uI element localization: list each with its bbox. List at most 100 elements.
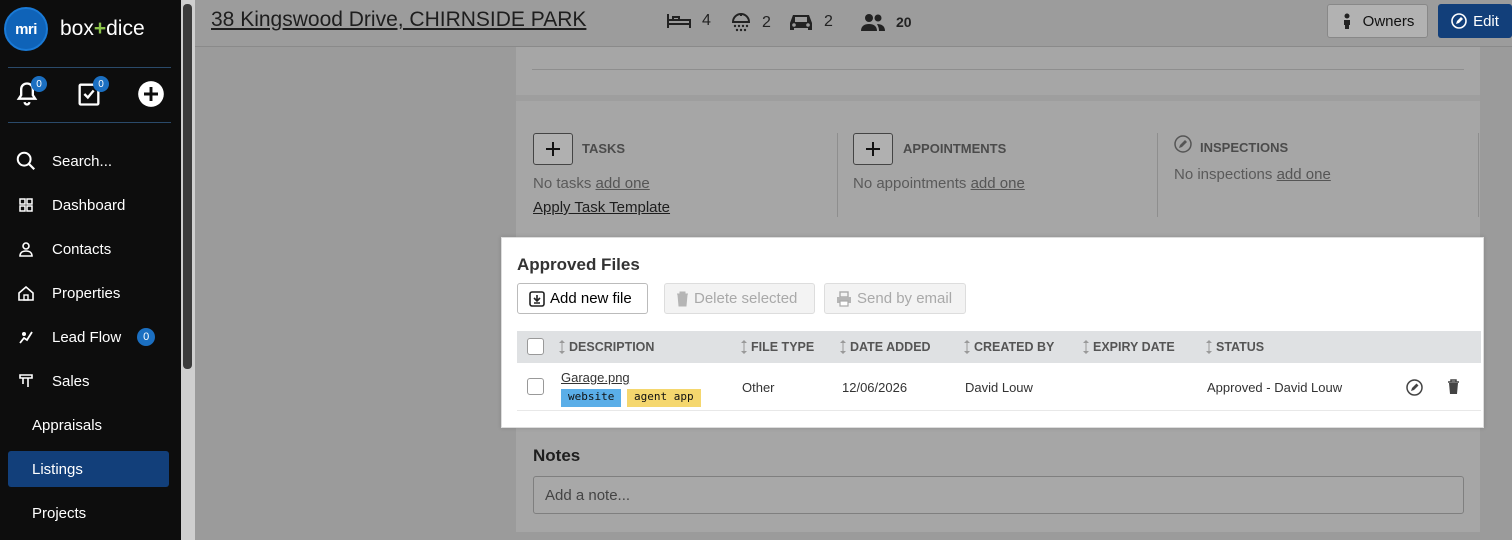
property-address[interactable]: 38 Kingswood Drive, CHIRNSIDE PARK xyxy=(211,8,586,32)
add-appointment-link[interactable]: add one xyxy=(971,175,1025,192)
tasks-title: TASKS xyxy=(582,141,626,156)
edit-label: Edit xyxy=(1473,12,1499,30)
bathrooms-feature: 2 xyxy=(730,12,771,34)
approved-files-title: Approved Files xyxy=(517,255,640,274)
quick-actions: 0 0 xyxy=(0,76,181,116)
tasks-button[interactable]: 0 xyxy=(75,76,109,108)
home-icon xyxy=(18,285,34,301)
column-date-added[interactable]: DATE ADDED xyxy=(840,340,931,354)
column-status[interactable]: STATUS xyxy=(1206,340,1264,354)
appointments-empty: No appointments add one xyxy=(853,175,1025,192)
notes-title: Notes xyxy=(533,446,581,465)
bedrooms-feature: 4 xyxy=(666,12,711,30)
plus-circle-icon xyxy=(138,81,164,107)
brand-name: box+dice xyxy=(60,17,145,40)
sidebar-item-appraisals[interactable]: Appraisals xyxy=(8,407,169,443)
column-expiry-date[interactable]: EXPIRY DATE xyxy=(1083,340,1175,354)
nav-label: Contacts xyxy=(52,240,112,258)
section-separator xyxy=(516,95,1480,101)
sort-icon xyxy=(964,340,970,354)
nav-label: Lead Flow xyxy=(52,328,122,346)
column-file-type[interactable]: FILE TYPE xyxy=(741,340,814,354)
nav-label: Search... xyxy=(52,152,113,170)
notes-input[interactable]: Add a note... xyxy=(533,476,1464,514)
table-row: Garage.png website agent app Other 12/06… xyxy=(517,363,1481,411)
divider xyxy=(1157,133,1158,217)
search-nav[interactable]: Search... xyxy=(8,143,169,179)
tag-website: website xyxy=(561,389,622,407)
add-button[interactable] xyxy=(137,80,165,108)
file-type: Other xyxy=(742,380,775,395)
file-description-link[interactable]: Garage.png xyxy=(561,370,630,385)
plus-icon xyxy=(546,142,560,156)
nav-label: Projects xyxy=(32,504,87,522)
sales-icon xyxy=(19,374,33,387)
nav-label: Sales xyxy=(52,372,90,390)
owners-button[interactable]: Owners xyxy=(1327,4,1428,38)
created-by: David Louw xyxy=(965,380,1033,395)
notifications-badge: 0 xyxy=(31,76,47,92)
tag-agent-app: agent app xyxy=(627,389,701,407)
divider xyxy=(837,133,838,217)
add-appointment-button[interactable] xyxy=(853,133,893,165)
download-icon xyxy=(529,290,545,307)
people-icon xyxy=(861,14,885,31)
bed-icon xyxy=(667,14,691,28)
nav-label: Properties xyxy=(52,284,121,302)
car-icon xyxy=(790,15,812,30)
sidebar-item-sales[interactable]: Sales xyxy=(8,363,169,399)
approved-files-card: Approved Files Add new file Delete selec… xyxy=(501,237,1484,428)
apply-task-template-link[interactable]: Apply Task Template xyxy=(533,199,670,216)
appointments-title: APPOINTMENTS xyxy=(903,141,1007,156)
cars-feature: 2 xyxy=(788,12,833,32)
dashboard-icon xyxy=(19,198,33,212)
bedrooms-count: 4 xyxy=(702,12,711,29)
contacts-count: 20 xyxy=(896,14,912,30)
nav-label: Dashboard xyxy=(52,196,126,214)
tasks-badge: 0 xyxy=(93,76,109,92)
owners-label: Owners xyxy=(1362,12,1415,30)
sidebar-item-projects[interactable]: Projects xyxy=(8,495,169,531)
contacts-feature: 20 xyxy=(860,12,912,32)
lead-flow-icon xyxy=(19,331,33,344)
edit-circle-icon[interactable] xyxy=(1406,379,1423,396)
column-created-by[interactable]: CREATED BY xyxy=(964,340,1054,354)
delete-selected-label: Delete selected xyxy=(694,290,798,307)
sidebar-item-lead-flow[interactable]: Lead Flow 0 xyxy=(8,319,169,355)
sort-icon xyxy=(559,340,565,354)
column-description[interactable]: DESCRIPTION xyxy=(559,340,654,354)
inspections-empty: No inspections add one xyxy=(1174,166,1331,183)
plus-icon xyxy=(866,142,880,156)
tasks-empty: No tasks add one xyxy=(533,175,650,192)
send-by-email-button[interactable]: Send by email xyxy=(824,283,966,314)
date-added: 12/06/2026 xyxy=(842,380,908,395)
add-inspection-link[interactable]: add one xyxy=(1277,166,1331,183)
select-all-checkbox[interactable] xyxy=(527,338,544,355)
notifications-button[interactable]: 0 xyxy=(13,76,47,108)
add-new-file-label: Add new file xyxy=(550,290,632,307)
sidebar-item-dashboard[interactable]: Dashboard xyxy=(8,187,169,223)
sidebar-scrollbar[interactable] xyxy=(183,4,192,369)
delete-selected-button[interactable]: Delete selected xyxy=(664,283,815,314)
property-header: 38 Kingswood Drive, CHIRNSIDE PARK 4 2 2… xyxy=(195,0,1512,47)
sidebar-item-contacts[interactable]: Contacts xyxy=(8,231,169,267)
cars-count: 2 xyxy=(824,13,833,30)
sort-icon xyxy=(840,340,846,354)
sidebar-item-properties[interactable]: Properties xyxy=(8,275,169,311)
add-task-link[interactable]: add one xyxy=(596,175,650,192)
logo[interactable]: mri box+dice xyxy=(4,6,145,52)
tasks-section: TASKS No tasks add one Apply Task Templa… xyxy=(533,133,833,217)
add-new-file-button[interactable]: Add new file xyxy=(517,283,648,314)
add-task-button[interactable] xyxy=(533,133,573,165)
inspections-section: INSPECTIONS No inspections add one xyxy=(1174,133,1474,217)
edit-icon xyxy=(1451,13,1467,29)
files-table-header: DESCRIPTION FILE TYPE DATE ADDED CREATED… xyxy=(517,331,1481,363)
trash-icon xyxy=(677,291,688,306)
row-checkbox[interactable] xyxy=(527,378,544,395)
trash-icon[interactable] xyxy=(1447,379,1460,395)
edit-circle-icon xyxy=(1174,135,1192,153)
sidebar-item-listings[interactable]: Listings xyxy=(8,451,169,487)
edit-button[interactable]: Edit xyxy=(1438,4,1512,38)
send-by-email-label: Send by email xyxy=(857,290,953,307)
person-icon xyxy=(19,241,33,257)
